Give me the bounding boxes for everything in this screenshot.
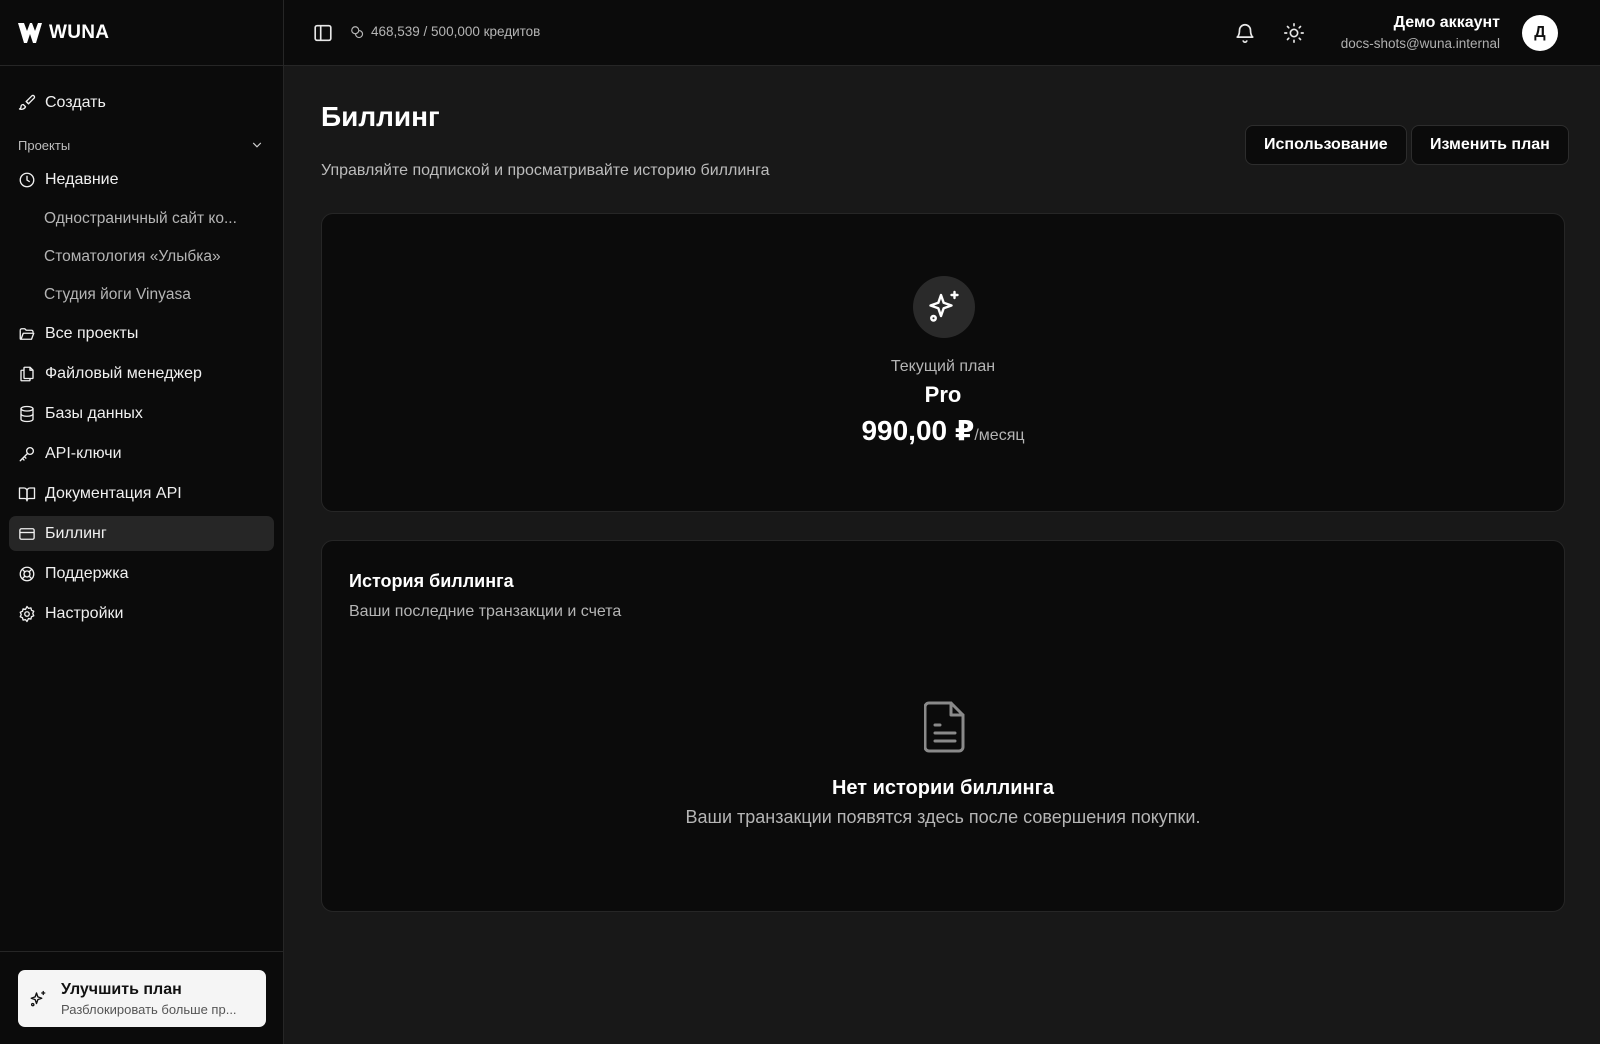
recent-project-label: Студия йоги Vinyasa [44, 286, 191, 303]
sidebar-item-settings[interactable]: Настройки [9, 596, 274, 631]
clock-icon [19, 172, 35, 187]
plan-label: Текущий план [890, 358, 996, 375]
billing-history-card: История биллинга Ваши последние транзакц… [321, 540, 1565, 912]
gear-icon [19, 605, 35, 622]
history-subtitle: Ваши последние транзакции и счета [349, 603, 622, 620]
plan-period: /месяц [974, 427, 1025, 444]
change-plan-button[interactable]: Изменить план [1411, 125, 1569, 165]
sidebar-item-api-keys[interactable]: API-ключи [9, 436, 274, 471]
sidebar-nav: Создать Проекты Недавние Одностраничный … [0, 85, 283, 631]
recent-project-label: Стоматология «Улыбка» [44, 248, 221, 265]
upgrade-plan-button[interactable]: Улучшить план Разблокировать больше пр..… [18, 970, 266, 1027]
sidebar-item-label: Настройки [45, 604, 124, 622]
current-plan-card: Текущий план Pro 990,00 ₽/месяц [321, 213, 1565, 512]
sidebar-item-support[interactable]: Поддержка [9, 556, 274, 591]
sidebar-item-label: Биллинг [45, 524, 107, 542]
paintbrush-icon [18, 94, 36, 110]
user-email: docs-shots@wuna.internal [1340, 36, 1500, 51]
files-icon [20, 366, 34, 381]
sidebar-item-label: Поддержка [45, 564, 129, 582]
sidebar-toggle-icon[interactable] [312, 22, 334, 44]
empty-state-title: Нет истории биллинга [831, 777, 1055, 799]
brand-name: WUNA [49, 21, 110, 43]
book-open-icon [18, 486, 36, 501]
plan-name: Pro [924, 382, 962, 407]
page-title: Биллинг [321, 101, 440, 132]
credit-card-icon [19, 527, 35, 540]
plan-price-row: 990,00 ₽/месяц [322, 414, 1564, 447]
key-icon [19, 446, 35, 461]
database-icon [20, 405, 34, 422]
life-buoy-icon [19, 566, 35, 581]
sidebar-item-label: Базы данных [45, 404, 143, 422]
sidebar-item-api-docs[interactable]: Документация API [9, 476, 274, 511]
sidebar-item-label: Создать [45, 93, 106, 111]
sun-icon[interactable] [1283, 22, 1305, 44]
projects-section-label: Проекты [18, 137, 71, 153]
topbar: 468,539 / 500,000 кредитов Демо аккаунт … [284, 0, 1600, 66]
chevron-down-icon [252, 142, 262, 148]
sidebar-footer: Улучшить план Разблокировать больше пр..… [0, 951, 283, 1044]
bell-icon[interactable] [1234, 22, 1256, 44]
recent-project-item[interactable]: Студия йоги Vinyasa [9, 278, 274, 312]
brand-logo[interactable]: WUNA [0, 0, 283, 66]
user-info[interactable]: Демо аккаунт docs-shots@wuna.internal [1341, 14, 1500, 51]
coins-icon [351, 25, 364, 38]
upgrade-subtitle: Разблокировать больше пр... [61, 1001, 237, 1017]
sidebar-item-label: Файловый менеджер [45, 364, 202, 382]
credits-text: 468,539 / 500,000 кредитов [371, 24, 541, 39]
wuna-logo-icon [18, 22, 42, 43]
main-content: Биллинг Управляйте подпиской и просматри… [284, 66, 1600, 1044]
folder-open-icon [19, 327, 35, 340]
recent-project-item[interactable]: Одностраничный сайт ко... [9, 202, 274, 236]
plan-icon-badge [913, 276, 975, 338]
sparkles-icon [30, 990, 46, 1006]
empty-state-subtitle: Ваши транзакции появятся здесь после сов… [685, 807, 1201, 827]
sidebar-item-label: Все проекты [45, 324, 139, 342]
sidebar-item-databases[interactable]: Базы данных [9, 396, 274, 431]
recent-project-item[interactable]: Стоматология «Улыбка» [9, 240, 274, 274]
sidebar-item-label: API-ключи [45, 444, 122, 462]
history-title: История биллинга [349, 571, 514, 591]
projects-section-header[interactable]: Проекты [9, 132, 274, 158]
upgrade-title: Улучшить план [61, 980, 182, 998]
document-icon [924, 701, 965, 753]
sidebar-item-create[interactable]: Создать [9, 85, 274, 120]
page-subtitle: Управляйте подпиской и просматривайте ис… [321, 162, 770, 179]
plan-price: 990,00 ₽ [861, 415, 975, 446]
upgrade-text: Улучшить план Разблокировать больше пр..… [61, 981, 237, 1017]
user-name: Демо аккаунт [1393, 14, 1500, 31]
recent-project-label: Одностраничный сайт ко... [44, 210, 237, 227]
sidebar-item-file-manager[interactable]: Файловый менеджер [9, 356, 274, 391]
sidebar: WUNA Создать Проекты Недавние Однострани… [0, 0, 284, 1044]
usage-button[interactable]: Использование [1245, 125, 1407, 165]
avatar[interactable]: Д [1522, 15, 1558, 51]
sidebar-item-label: Документация API [45, 484, 182, 502]
app-window: WUNA Создать Проекты Недавние Однострани… [0, 0, 1600, 1044]
sidebar-item-all-projects[interactable]: Все проекты [9, 316, 274, 351]
sidebar-item-billing[interactable]: Биллинг [9, 516, 274, 551]
sidebar-item-label: Недавние [45, 170, 119, 188]
credits-indicator: 468,539 / 500,000 кредитов [350, 24, 540, 39]
sparkles-icon [929, 290, 959, 322]
sidebar-item-recent[interactable]: Недавние [9, 162, 274, 197]
